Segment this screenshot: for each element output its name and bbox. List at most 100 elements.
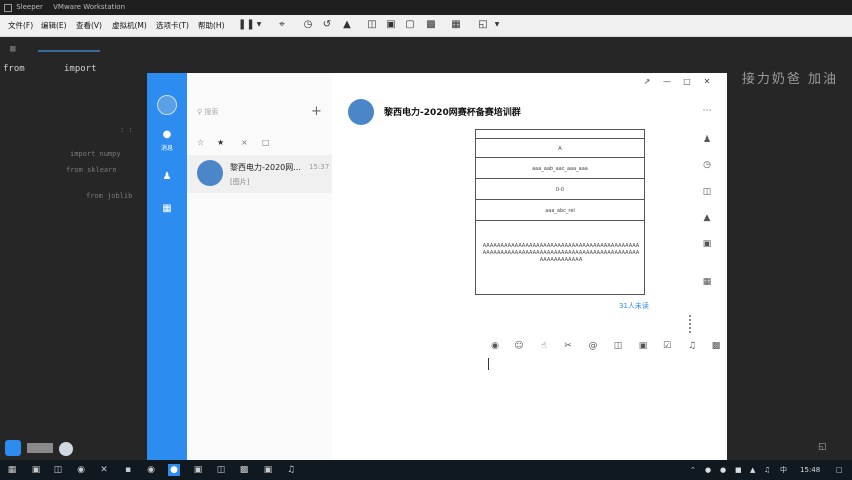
- tray-chevron-icon[interactable]: ⌃: [690, 464, 696, 476]
- clock-time[interactable]: 15:48: [800, 464, 820, 476]
- tray-icon-1[interactable]: ●: [705, 464, 711, 476]
- doc-body-text: AAAAAAAAAAAAAAAAAAAAAAAAAAAAAAAAAAAAAAAA…: [482, 243, 640, 263]
- menu-help[interactable]: 帮助(H): [198, 19, 225, 33]
- menu-vm[interactable]: 虚拟机(M): [112, 19, 147, 33]
- emoji-icon[interactable]: ☺: [513, 340, 525, 352]
- revert-icon[interactable]: ↺: [320, 18, 334, 32]
- code-from: from: [3, 64, 25, 74]
- menu-file[interactable]: 文件(F): [8, 19, 33, 33]
- dropdown-icon[interactable]: ▼: [252, 18, 266, 32]
- chat-avatar[interactable]: [348, 99, 374, 125]
- qq-taskbar-icon[interactable]: ●: [168, 464, 180, 476]
- conversation-item[interactable]: 黎西电力-2020网... 15:37 [图片]: [187, 155, 332, 193]
- app-icon-1[interactable]: ✕: [98, 464, 110, 476]
- qq-window: ● 消息 ♟ ▦ ⚲ 搜索 + ☆ ★ × □ 黎西电力-2020网... 15…: [147, 73, 727, 461]
- filter-star-icon[interactable]: ★: [217, 138, 224, 147]
- file-icon[interactable]: ◫: [612, 340, 624, 352]
- app-icon-4[interactable]: ▣: [192, 464, 204, 476]
- thumbnail-icon[interactable]: ▣: [384, 18, 398, 32]
- at-icon[interactable]: @: [587, 340, 599, 352]
- announcement-icon[interactable]: ▲: [701, 212, 713, 224]
- ime-indicator[interactable]: 中: [780, 464, 787, 476]
- filter-all-icon[interactable]: ☆: [197, 138, 204, 147]
- fullscreen-icon[interactable]: ▢: [403, 18, 417, 32]
- history-icon[interactable]: ◷: [701, 159, 713, 171]
- send-keys-icon[interactable]: ⌖: [275, 18, 289, 32]
- search-placeholder: 搜索: [204, 108, 219, 116]
- close-icon[interactable]: ✕: [702, 77, 712, 86]
- app-icon-8[interactable]: ♫: [285, 464, 297, 476]
- contacts-icon[interactable]: ♟: [161, 171, 173, 183]
- notification-icon[interactable]: □: [836, 464, 843, 476]
- more-icon[interactable]: ⋯: [701, 105, 713, 117]
- doc-row-2: aaa_aab_aac_aaa_aaa: [476, 159, 644, 179]
- app-icon-6[interactable]: ▩: [238, 464, 250, 476]
- chat-scrollbar[interactable]: [689, 315, 691, 333]
- app-icon-5[interactable]: ◫: [215, 464, 227, 476]
- volume-icon[interactable]: ♫: [764, 464, 770, 476]
- qq-thumb-icon[interactable]: [5, 440, 21, 456]
- stretch-dropdown-icon[interactable]: ▼: [490, 18, 504, 32]
- apps-icon[interactable]: ▦: [161, 203, 173, 215]
- group-avatar: [197, 160, 223, 186]
- filter-doc-icon[interactable]: □: [262, 138, 270, 147]
- scissors-icon[interactable]: ✂: [562, 340, 574, 352]
- voice-icon[interactable]: ♫: [686, 340, 698, 352]
- app-icon-2[interactable]: ▪: [122, 464, 134, 476]
- add-button[interactable]: +: [311, 103, 322, 121]
- vm-title-app: Sleeper: [16, 3, 43, 11]
- screen-share-icon[interactable]: ▩: [710, 340, 722, 352]
- like-icon[interactable]: ☝: [538, 340, 550, 352]
- app-icon-7[interactable]: ▣: [262, 464, 274, 476]
- app-icon: [4, 3, 12, 12]
- stretch-icon[interactable]: ◱: [476, 18, 490, 32]
- code-import: import: [64, 64, 97, 74]
- image-icon[interactable]: ▣: [637, 340, 649, 352]
- conversation-preview: [图片]: [230, 178, 250, 186]
- video-icon[interactable]: ▣: [701, 238, 713, 250]
- apps-grid-icon[interactable]: ▦: [701, 276, 713, 288]
- conversation-time: 15:37: [309, 163, 330, 171]
- fit-window-icon[interactable]: ◱: [818, 442, 827, 452]
- snapshot-manager-icon[interactable]: ▲: [340, 18, 354, 32]
- unread-count[interactable]: 31人未读: [619, 301, 649, 311]
- pause-icon[interactable]: ❚❚: [238, 18, 255, 32]
- gif-icon[interactable]: ◉: [489, 340, 501, 352]
- folder-icon[interactable]: ◫: [701, 186, 713, 198]
- minimize-icon[interactable]: —: [662, 77, 672, 86]
- search-input[interactable]: ⚲ 搜索: [197, 103, 307, 121]
- thumb-preview[interactable]: [27, 443, 53, 453]
- app-icon-3[interactable]: ◉: [145, 464, 157, 476]
- edge-icon[interactable]: ◉: [75, 464, 87, 476]
- qq-sidebar: ● 消息 ♟ ▦: [147, 73, 187, 461]
- text-input-cursor[interactable]: [488, 358, 489, 370]
- start-icon[interactable]: ▦: [6, 464, 18, 476]
- faint-code-1: import numpy: [70, 150, 121, 158]
- snapshot-icon[interactable]: ◷: [301, 18, 315, 32]
- console-icon[interactable]: ▦: [449, 18, 463, 32]
- filter-mention-icon[interactable]: ×: [241, 138, 248, 147]
- tray-icon-3[interactable]: ■: [735, 464, 742, 476]
- chat-panel: ↗ — □ ✕ 黎西电力-2020网赛杯备赛培训群 A aaa_aab_aac_…: [332, 73, 727, 461]
- pin-icon[interactable]: ↗: [642, 77, 652, 86]
- faint-code-4: from joblib: [86, 192, 133, 200]
- explorer-icon[interactable]: ◫: [52, 464, 64, 476]
- sidebar-toggle-icon[interactable]: ◫: [365, 18, 379, 32]
- chat-title[interactable]: 黎西电力-2020网赛杯备赛培训群: [384, 105, 521, 118]
- network-icon[interactable]: ▲: [750, 464, 755, 476]
- faint-code-2: : :: [120, 126, 133, 134]
- menu-tabs[interactable]: 选项卡(T): [156, 19, 189, 33]
- add-member-icon[interactable]: ♟: [701, 134, 713, 146]
- task-view-icon[interactable]: ▣: [30, 464, 42, 476]
- maximize-icon[interactable]: □: [682, 77, 692, 86]
- message-icon[interactable]: ●: [161, 129, 173, 141]
- unity-icon[interactable]: ▩: [424, 18, 438, 32]
- browser-thumb-icon[interactable]: [59, 442, 73, 456]
- tray-icon-2[interactable]: ●: [720, 464, 726, 476]
- menu-view[interactable]: 查看(V): [76, 19, 102, 33]
- checkin-icon[interactable]: ☑: [661, 340, 673, 352]
- shared-image-message[interactable]: A aaa_aab_aac_aaa_aaa 0-0 aaa_abc_rel AA…: [475, 129, 645, 295]
- user-avatar[interactable]: [157, 95, 177, 115]
- menu-edit[interactable]: 编辑(E): [41, 19, 67, 33]
- vm-title-product: VMware Workstation: [53, 3, 126, 11]
